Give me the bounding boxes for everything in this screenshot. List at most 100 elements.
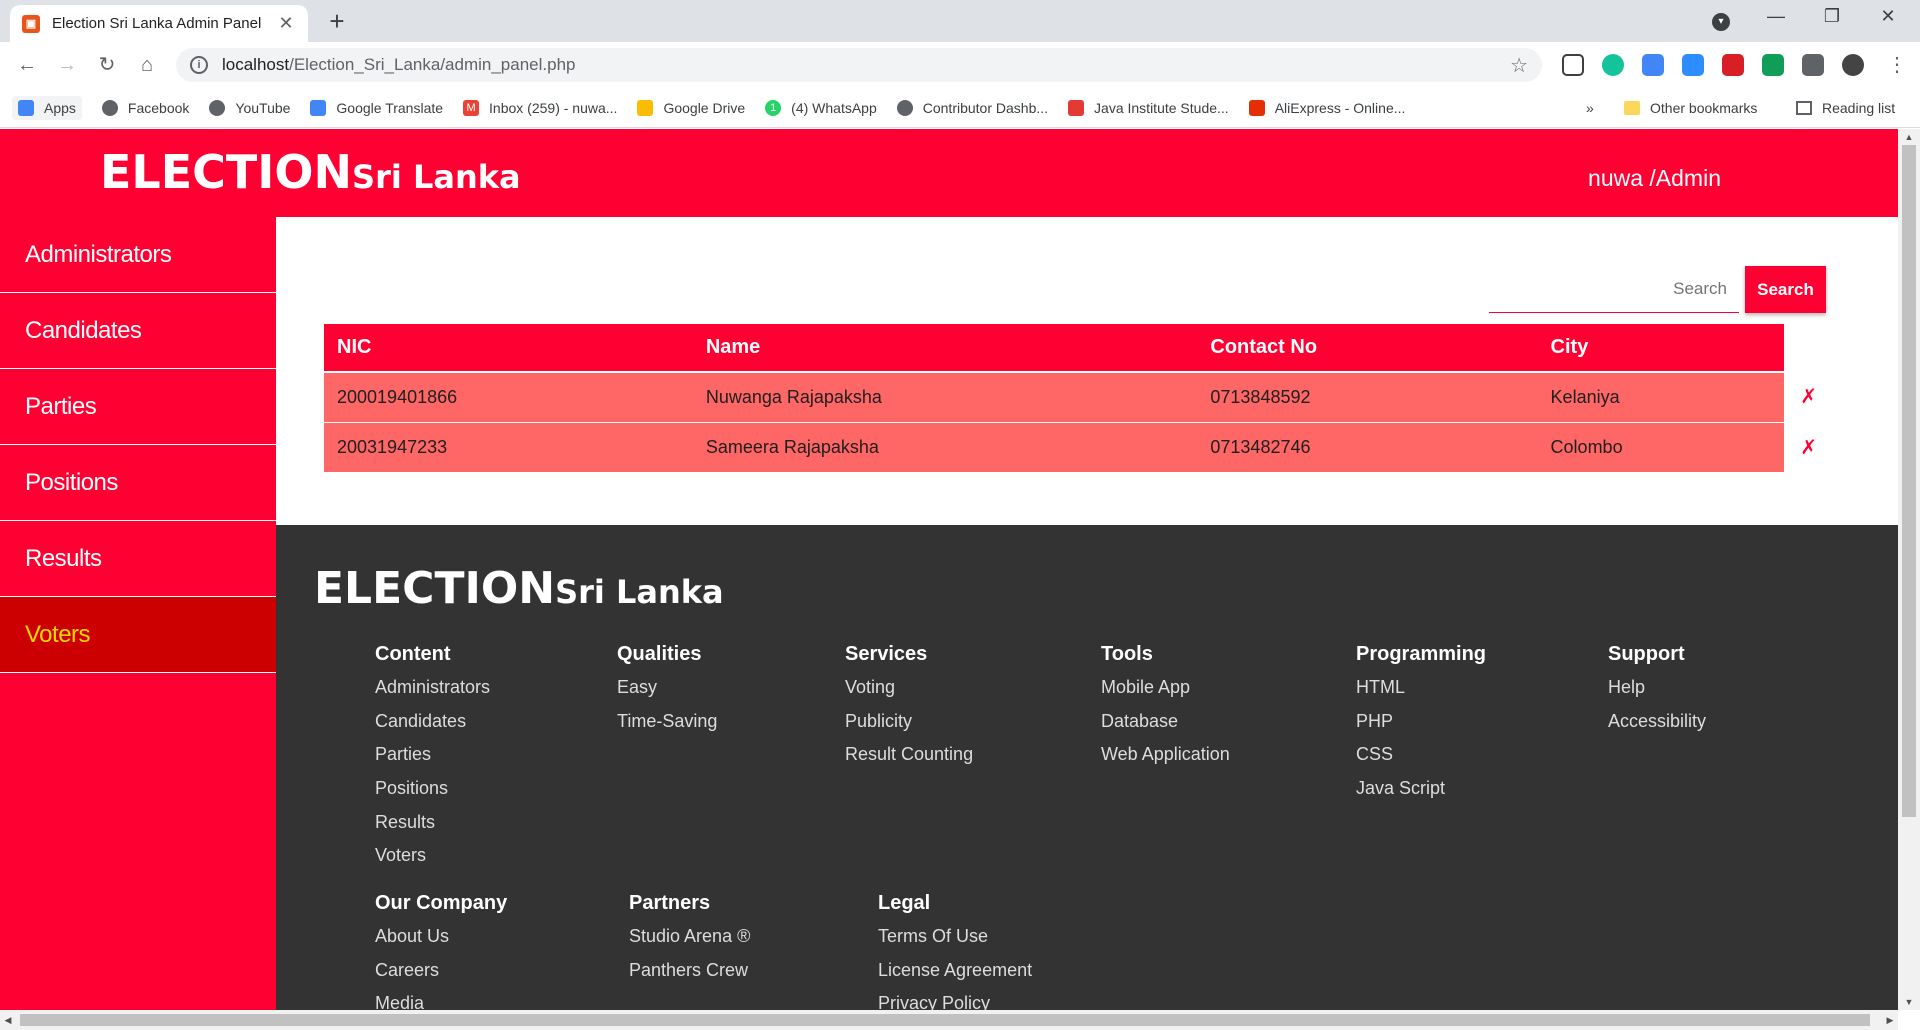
footer-link[interactable]: Web Application xyxy=(1101,743,1230,777)
horizontal-scrollbar[interactable]: ◀ ▶ xyxy=(0,1010,1898,1030)
bookmarks-overflow-icon[interactable]: » xyxy=(1586,88,1594,128)
footer-link[interactable]: Results xyxy=(375,811,490,845)
bookmark-whatsapp[interactable]: 1 (4) WhatsApp xyxy=(765,99,877,116)
bookmark-google-drive[interactable]: Google Drive xyxy=(637,99,745,116)
whatsapp-icon: 1 xyxy=(765,99,782,116)
scroll-up-icon[interactable]: ▲ xyxy=(1898,129,1920,145)
bookmark-gmail[interactable]: M Inbox (259) - nuwa... xyxy=(463,99,617,116)
scroll-right-icon[interactable]: ▶ xyxy=(1882,1010,1898,1030)
tab-search-icon[interactable]: ▾ xyxy=(1712,13,1730,31)
sidebar-item-positions[interactable]: Positions xyxy=(0,445,276,521)
main-content: Search NIC Name Contact No City 20001940… xyxy=(276,217,1898,525)
zoom-extension-icon[interactable] xyxy=(1682,54,1704,76)
aliexpress-icon xyxy=(1248,99,1265,116)
sidebar-item-results[interactable]: Results xyxy=(0,521,276,597)
bookmark-contributor-dashboard[interactable]: Contributor Dashb... xyxy=(896,99,1048,116)
home-icon[interactable]: ⌂ xyxy=(132,50,162,80)
new-tab-icon[interactable]: + xyxy=(322,6,352,37)
footer-link[interactable]: Database xyxy=(1101,710,1230,744)
profile-avatar[interactable] xyxy=(1842,54,1864,76)
footer-link[interactable]: Studio Arena ® xyxy=(629,925,750,959)
search-input[interactable] xyxy=(1489,265,1739,313)
horizontal-scroll-thumb[interactable] xyxy=(20,1014,1870,1026)
footer-logo[interactable]: ELECTIONSri Lanka xyxy=(314,563,724,614)
bookmark-aliexpress[interactable]: AliExpress - Online... xyxy=(1248,99,1405,116)
footer-link[interactable]: HTML xyxy=(1356,676,1486,710)
bookmark-google-translate[interactable]: Google Translate xyxy=(310,99,443,116)
footer-link[interactable]: Careers xyxy=(375,959,507,993)
folder-icon xyxy=(1624,101,1640,115)
pdf-extension-icon[interactable] xyxy=(1722,54,1744,76)
footer-link[interactable]: CSS xyxy=(1356,743,1486,777)
sidebar-item-voters[interactable]: Voters xyxy=(0,597,276,673)
reload-icon[interactable]: ↻ xyxy=(92,50,122,80)
back-icon[interactable]: ← xyxy=(12,50,42,80)
reading-mode-icon[interactable] xyxy=(1562,54,1584,76)
delete-row-icon[interactable]: ✗ xyxy=(1784,372,1824,423)
footer-link[interactable]: Privacy Policy xyxy=(878,992,1032,1010)
cell-nic: 200019401866 xyxy=(324,372,693,423)
bookmark-java-institute[interactable]: Java Institute Stude... xyxy=(1068,99,1229,116)
footer-link[interactable]: Voting xyxy=(845,676,973,710)
footer-link[interactable]: Administrators xyxy=(375,676,490,710)
forward-icon[interactable]: → xyxy=(52,50,82,80)
footer-link[interactable]: PHP xyxy=(1356,710,1486,744)
column-header-name: Name xyxy=(692,324,1198,373)
footer-link[interactable]: Time-Saving xyxy=(617,710,717,744)
footer-link[interactable]: Mobile App xyxy=(1101,676,1230,710)
bookmark-youtube[interactable]: YouTube xyxy=(209,99,290,116)
restore-icon[interactable]: ❐ xyxy=(1812,6,1852,27)
browser-menu-icon[interactable]: ⋮ xyxy=(1882,50,1912,80)
close-tab-icon[interactable]: ✕ xyxy=(276,13,296,34)
close-window-icon[interactable]: ✕ xyxy=(1868,6,1908,27)
footer-link[interactable]: Publicity xyxy=(845,710,973,744)
footer-link[interactable]: License Agreement xyxy=(878,959,1032,993)
gmail-icon: M xyxy=(463,99,480,116)
footer-link[interactable]: Easy xyxy=(617,676,717,710)
footer-link[interactable]: Voters xyxy=(375,844,490,878)
site-info-icon[interactable]: i xyxy=(190,56,208,74)
footer-link[interactable]: Positions xyxy=(375,777,490,811)
footer-column-tools: Tools Mobile App Database Web Applicatio… xyxy=(1101,643,1230,777)
sidebar-item-parties[interactable]: Parties xyxy=(0,369,276,445)
bookmark-star-icon[interactable]: ☆ xyxy=(1510,53,1528,78)
bookmark-label: Java Institute Stude... xyxy=(1094,99,1229,116)
site-logo[interactable]: ELECTIONSri Lanka xyxy=(100,145,521,199)
tab-title: Election Sri Lanka Admin Panel xyxy=(52,15,262,32)
scroll-left-icon[interactable]: ◀ xyxy=(0,1010,16,1030)
footer-link[interactable]: About Us xyxy=(375,925,507,959)
sidebar: Administrators Candidates Parties Positi… xyxy=(0,217,276,1010)
footer-link[interactable]: Terms Of Use xyxy=(878,925,1032,959)
minimize-icon[interactable]: — xyxy=(1756,6,1796,27)
bookmark-apps[interactable]: Apps xyxy=(12,95,82,120)
footer-column-partners: Partners Studio Arena ® Panthers Crew xyxy=(629,892,750,992)
sidebar-item-candidates[interactable]: Candidates xyxy=(0,293,276,369)
footer-link[interactable]: Help xyxy=(1608,676,1706,710)
site-footer: ELECTIONSri Lanka Content Administrators… xyxy=(276,525,1898,1010)
translate-extension-icon[interactable] xyxy=(1642,54,1664,76)
footer-heading: Support xyxy=(1608,643,1685,665)
browser-tab[interactable]: ▣ Election Sri Lanka Admin Panel ✕ xyxy=(10,5,308,42)
footer-link[interactable]: Parties xyxy=(375,743,490,777)
footer-heading: Content xyxy=(375,643,451,665)
reading-list[interactable]: Reading list xyxy=(1796,88,1895,128)
footer-link[interactable]: Accessibility xyxy=(1608,710,1706,744)
bookmark-facebook[interactable]: Facebook xyxy=(101,99,189,116)
scroll-down-icon[interactable]: ▼ xyxy=(1898,994,1920,1010)
delete-row-icon[interactable]: ✗ xyxy=(1784,422,1824,473)
footer-link[interactable]: Result Counting xyxy=(845,743,973,777)
vertical-scroll-thumb[interactable] xyxy=(1902,145,1916,817)
address-bar[interactable]: i localhost/Election_Sri_Lanka/admin_pan… xyxy=(176,48,1542,82)
sidebar-item-administrators[interactable]: Administrators xyxy=(0,217,276,293)
footer-link[interactable]: Candidates xyxy=(375,710,490,744)
footer-link[interactable]: Java Script xyxy=(1356,777,1486,811)
vertical-scrollbar[interactable]: ▲ ▼ xyxy=(1898,129,1920,1010)
other-bookmarks[interactable]: Other bookmarks xyxy=(1624,88,1757,128)
footer-link[interactable]: Media xyxy=(375,992,507,1010)
footer-link[interactable]: Panthers Crew xyxy=(629,959,750,993)
shield-extension-icon[interactable] xyxy=(1762,54,1784,76)
grammarly-icon[interactable] xyxy=(1602,54,1624,76)
footer-heading: Legal xyxy=(878,892,931,914)
search-button[interactable]: Search xyxy=(1745,266,1826,313)
extensions-puzzle-icon[interactable] xyxy=(1802,54,1824,76)
